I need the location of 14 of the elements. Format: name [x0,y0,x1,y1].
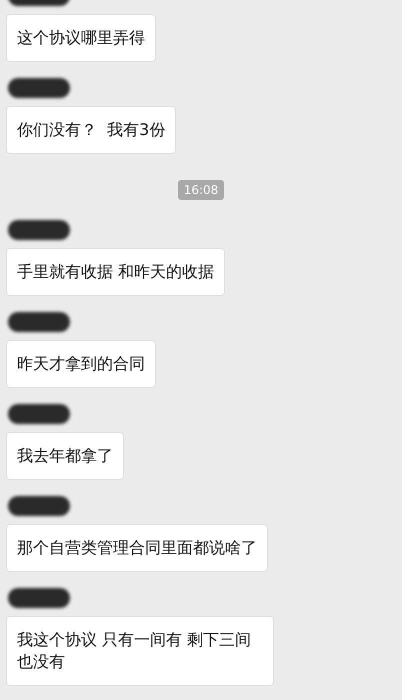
redaction-mark [8,496,70,516]
timestamp: 16:08 [178,180,224,200]
message-bubble: 我去年都拿了 [6,432,124,480]
message-bubble: 那个自营类管理合同里面都说啥了 [6,524,268,572]
message-bubble: 昨天才拿到的合同 [6,340,156,388]
redaction-mark [8,220,70,240]
message-bubble: 手里就有收据 和昨天的收据 [6,248,226,296]
redaction-mark [8,404,70,424]
message-bubble: 这个协议哪里弄得 [6,14,156,62]
redaction-mark [8,78,70,98]
message-bubble: 我这个协议 只有一间有 剩下三间也没有 [6,616,274,686]
redaction-mark [8,312,70,332]
redaction-mark [8,588,70,608]
message-bubble: 你们没有？ 我有3份 [6,106,176,154]
